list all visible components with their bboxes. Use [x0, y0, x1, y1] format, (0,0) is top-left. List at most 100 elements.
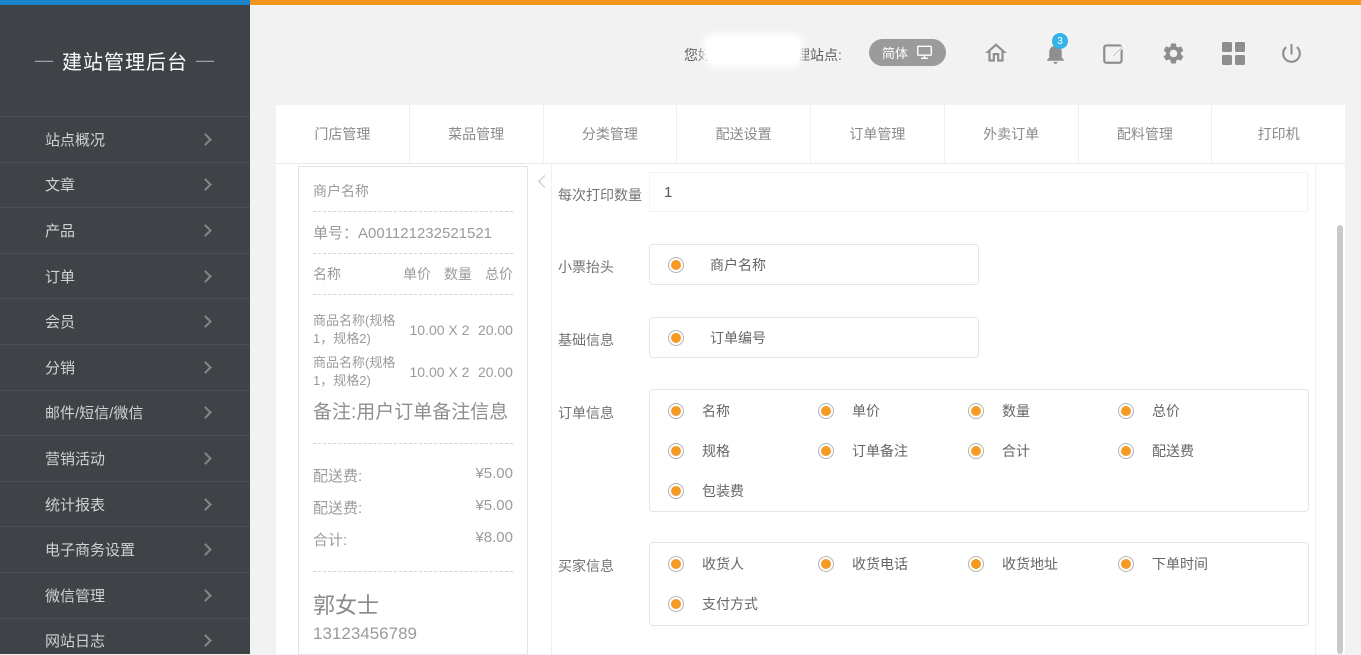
radio-option[interactable]: 订单备注 — [818, 431, 968, 471]
chevron-right-icon — [199, 543, 212, 556]
radio-option[interactable]: 收货地址 — [968, 544, 1118, 584]
radio-option[interactable]: 名称 — [668, 391, 818, 431]
radio-option-label: 数量 — [1002, 401, 1030, 421]
sidebar-item-distribution[interactable]: 分销 — [0, 344, 250, 390]
receipt-order-number: 单号：A001121232521521 — [313, 212, 513, 254]
sidebar-item-members[interactable]: 会员 — [0, 298, 250, 344]
fee-value: ¥5.00 — [475, 497, 513, 518]
sidebar-item-mail-sms-wechat[interactable]: 邮件/短信/微信 — [0, 390, 250, 436]
tab-printer[interactable]: 打印机 — [1212, 105, 1345, 163]
sidebar-item-ecommerce-settings[interactable]: 电子商务设置 — [0, 526, 250, 572]
main-panel: 门店管理 菜品管理 分类管理 配送设置 订单管理 外卖订单 配料管理 打印机 商… — [276, 105, 1345, 654]
tab-delivery-settings[interactable]: 配送设置 — [677, 105, 811, 163]
radio-option[interactable]: 规格 — [668, 431, 818, 471]
sidebar-item-marketing[interactable]: 营销活动 — [0, 435, 250, 481]
edit-icon[interactable] — [1100, 39, 1128, 67]
home-icon[interactable] — [982, 39, 1010, 67]
fee-value: ¥5.00 — [475, 465, 513, 486]
receipt-item-row: 商品名称(规格1，规格2) 10.00 X 2 20.00 — [313, 312, 513, 347]
chevron-right-icon — [199, 589, 212, 602]
sidebar-item-site-logs[interactable]: 网站日志 — [0, 618, 250, 654]
receipt-preview: 商户名称 单号：A001121232521521 名称 单价 数量 总价 商品名… — [298, 166, 528, 655]
radio-option[interactable]: 合计 — [968, 431, 1118, 471]
sidebar-item-label: 微信管理 — [45, 585, 201, 606]
tab-order-management[interactable]: 订单管理 — [811, 105, 945, 163]
receipt-item-row: 商品名称(规格1，规格2) 10.00 X 2 20.00 — [313, 354, 513, 389]
sidebar-item-site-overview[interactable]: 站点概况 — [0, 116, 250, 162]
language-switch-button[interactable]: 简体 — [869, 39, 946, 66]
notification-badge: 3 — [1052, 33, 1068, 49]
tab-store-management[interactable]: 门店管理 — [276, 105, 410, 163]
radio-option-label: 规格 — [702, 441, 730, 461]
radio-option[interactable]: 收货电话 — [818, 544, 968, 584]
chevron-right-icon — [199, 224, 212, 237]
radio-option-label: 合计 — [1002, 441, 1030, 461]
receipt-fees: 配送费: ¥5.00 配送费: ¥5.00 合计: ¥8.00 — [313, 444, 513, 572]
redacted-username — [706, 37, 800, 64]
radio-option-label: 收货地址 — [1002, 554, 1058, 574]
app-logo: — 建站管理后台 — — [0, 5, 250, 116]
vertical-scrollbar[interactable] — [1337, 225, 1343, 654]
sidebar-item-label: 会员 — [45, 311, 201, 332]
radio-option-label[interactable]: 订单编号 — [710, 328, 766, 348]
tab-takeout-orders[interactable]: 外卖订单 — [945, 105, 1079, 163]
printer-settings-form: 每次打印数量 小票抬头 商户名称 基础信息 订单编号 订单信息 名称 单价 数量… — [551, 164, 1316, 654]
radio-option-label: 名称 — [702, 401, 730, 421]
sidebar-item-label: 产品 — [45, 220, 201, 241]
receipt-merchant: 商户名称 — [313, 171, 513, 212]
tab-ingredient-management[interactable]: 配料管理 — [1079, 105, 1213, 163]
chevron-right-icon — [199, 634, 212, 647]
order-info-options: 名称 单价 数量 总价 规格 订单备注 合计 配送费 包装费 — [649, 389, 1309, 512]
radio-option[interactable]: 下单时间 — [1118, 544, 1268, 584]
radio-option-label: 收货人 — [702, 554, 744, 574]
item-total: 20.00 — [478, 364, 513, 380]
sidebar-item-wechat-management[interactable]: 微信管理 — [0, 572, 250, 618]
sidebar: — 建站管理后台 — 站点概况 文章 产品 订单 会员 分销 邮件/短信/微信 … — [0, 5, 250, 654]
radio-option-label: 支付方式 — [702, 594, 758, 614]
chevron-right-icon — [199, 361, 212, 374]
power-icon[interactable] — [1277, 39, 1305, 67]
sidebar-item-reports[interactable]: 统计报表 — [0, 481, 250, 527]
print-count-input[interactable] — [649, 172, 1308, 212]
top-accent-orange — [250, 0, 1361, 5]
radio-option[interactable]: 数量 — [968, 391, 1118, 431]
fee-row: 配送费: ¥5.00 — [313, 465, 513, 486]
radio-option[interactable]: 总价 — [1118, 391, 1268, 431]
tab-category-management[interactable]: 分类管理 — [544, 105, 678, 163]
fee-row: 合计: ¥8.00 — [313, 529, 513, 550]
radio-selected-icon — [668, 403, 684, 419]
col-name: 名称 — [313, 264, 390, 284]
language-label: 简体 — [882, 43, 908, 62]
radio-option[interactable]: 包装费 — [668, 471, 818, 511]
sidebar-item-label: 文章 — [45, 174, 201, 195]
item-name: 商品名称(规格1，规格2) — [313, 354, 401, 389]
radio-selected-icon — [818, 403, 834, 419]
sidebar-item-label: 网站日志 — [45, 630, 201, 651]
fee-label: 合计: — [313, 529, 347, 550]
col-quantity: 数量 — [444, 264, 472, 284]
radio-option[interactable]: 收货人 — [668, 544, 818, 584]
sidebar-item-articles[interactable]: 文章 — [0, 162, 250, 208]
grid-icon[interactable] — [1219, 39, 1247, 67]
tab-bar: 门店管理 菜品管理 分类管理 配送设置 订单管理 外卖订单 配料管理 打印机 — [276, 105, 1345, 164]
radio-option[interactable]: 单价 — [818, 391, 968, 431]
chevron-right-icon — [199, 406, 212, 419]
radio-selected-icon — [1118, 556, 1134, 572]
sidebar-item-products[interactable]: 产品 — [0, 207, 250, 253]
receipt-header-options: 商户名称 — [649, 244, 979, 285]
radio-selected-icon[interactable] — [668, 257, 684, 273]
radio-selected-icon[interactable] — [668, 330, 684, 346]
tab-dish-management[interactable]: 菜品管理 — [410, 105, 544, 163]
radio-option-label: 单价 — [852, 401, 880, 421]
radio-option-label: 订单备注 — [852, 441, 908, 461]
gear-icon[interactable] — [1159, 39, 1187, 67]
chevron-right-icon — [199, 315, 212, 328]
sidebar-item-orders[interactable]: 订单 — [0, 253, 250, 299]
radio-option[interactable]: 配送费 — [1118, 431, 1268, 471]
fee-row: 配送费: ¥5.00 — [313, 497, 513, 518]
radio-option[interactable]: 支付方式 — [668, 584, 818, 624]
radio-option-label[interactable]: 商户名称 — [710, 255, 766, 275]
collapse-left-caret-icon[interactable] — [538, 175, 551, 188]
radio-option-label: 总价 — [1152, 401, 1180, 421]
radio-selected-icon — [668, 483, 684, 499]
